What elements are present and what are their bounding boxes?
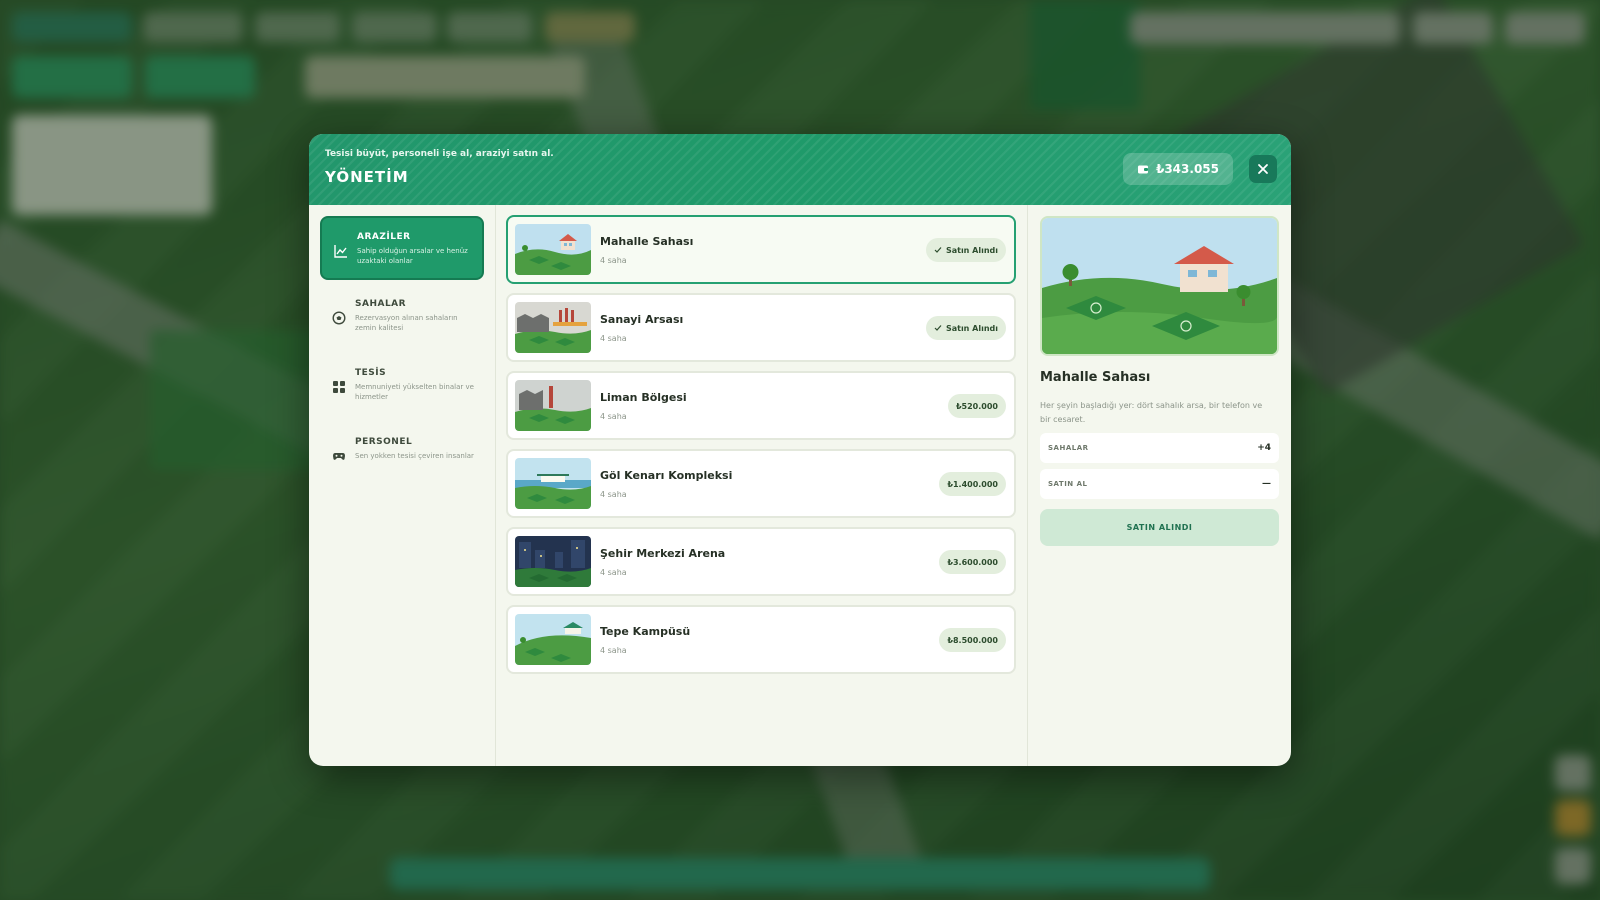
badge-label: ₺3.600.000 [947, 557, 998, 567]
close-icon [1258, 164, 1268, 174]
land-field-count: 4 saha [600, 490, 627, 499]
sidebar-item-title: PERSONEL [355, 437, 413, 447]
ball-icon [332, 311, 346, 325]
land-card-liman-bolgesi[interactable]: Liman Bölgesi 4 saha ₺520.000 [506, 371, 1016, 440]
land-list: Mahalle Sahası 4 saha Satın Alındı Sanay… [506, 215, 1016, 683]
owned-badge: Satın Alındı [925, 316, 1006, 340]
owned-badge: Satın Alındı [925, 238, 1006, 262]
stat-row-satin-al: SATIN AL — [1040, 469, 1279, 499]
land-name: Şehir Merkezi Arena [600, 547, 726, 560]
land-thumbnail [515, 302, 591, 353]
modal-title: YÖNETİM [325, 168, 409, 186]
sidebar-item-personel[interactable]: PERSONEL Sen yokken tesisi çeviren insan… [320, 423, 484, 487]
land-name: Sanayi Arsası [600, 313, 684, 326]
land-thumbnail [515, 380, 591, 431]
land-card-mahalle-sahasi[interactable]: Mahalle Sahası 4 saha Satın Alındı [506, 215, 1016, 284]
badge-label: ₺1.400.000 [947, 479, 998, 489]
close-button[interactable] [1249, 155, 1277, 183]
wallet-icon [1137, 165, 1148, 174]
land-field-count: 4 saha [600, 334, 627, 343]
sidebar-nav: ARAZİLER Sahip olduğun arsalar ve henüz … [309, 205, 496, 766]
land-card-gol-kenari-kompleksi[interactable]: Göl Kenarı Kompleksi 4 saha ₺1.400.000 [506, 449, 1016, 518]
sidebar-item-sahalar[interactable]: SAHALAR Rezervasyon alınan sahaların zem… [320, 285, 484, 349]
badge-label: Satın Alındı [945, 323, 998, 333]
sidebar-item-title: ARAZİLER [357, 232, 411, 242]
land-name: Liman Bölgesi [600, 391, 687, 404]
price-badge[interactable]: ₺1.400.000 [939, 472, 1006, 496]
stat-value: +4 [1257, 443, 1271, 453]
land-field-count: 4 saha [600, 412, 627, 421]
balance-amount: ₺343.055 [1155, 162, 1219, 176]
land-card-sehir-merkezi-arena[interactable]: Şehir Merkezi Arena 4 saha ₺3.600.000 [506, 527, 1016, 596]
sidebar-item-araziler[interactable]: ARAZİLER Sahip olduğun arsalar ve henüz … [320, 216, 484, 280]
price-badge[interactable]: ₺8.500.000 [939, 628, 1006, 652]
land-card-sanayi-arsasi[interactable]: Sanayi Arsası 4 saha Satın Alındı [506, 293, 1016, 362]
balance-badge: ₺343.055 [1122, 153, 1233, 185]
modal-subtitle: Tesisi büyüt, personeli işe al, araziyi … [325, 149, 554, 159]
land-card-tepe-kampusu[interactable]: Tepe Kampüsü 4 saha ₺8.500.000 [506, 605, 1016, 674]
stat-row-sahalar: SAHALAR +4 [1040, 433, 1279, 463]
land-field-count: 4 saha [600, 646, 627, 655]
land-thumbnail [515, 224, 591, 275]
land-detail-panel: Mahalle Sahası Her şeyin başladığı yer: … [1027, 205, 1291, 766]
stat-label: SATIN AL [1048, 480, 1088, 488]
sidebar-item-title: SAHALAR [355, 299, 407, 309]
stat-value: — [1262, 479, 1271, 489]
sidebar-item-desc: Memnuniyeti yükselten binalar ve hizmetl… [355, 383, 474, 401]
detail-land-description: Her şeyin başladığı yer: dört sahalık ar… [1040, 401, 1263, 424]
sidebar-item-title: TESİS [355, 368, 387, 378]
badge-label: ₺8.500.000 [947, 635, 998, 645]
price-badge[interactable]: ₺520.000 [947, 394, 1006, 418]
price-badge[interactable]: ₺3.600.000 [939, 550, 1006, 574]
sidebar-item-desc: Sahip olduğun arsalar ve henüz uzaktaki … [357, 247, 468, 265]
modal-header: Tesisi büyüt, personeli işe al, araziyi … [309, 134, 1291, 205]
land-preview-image [1040, 216, 1279, 356]
grid-icon [333, 381, 345, 393]
land-thumbnail [515, 458, 591, 509]
purchase-button[interactable]: SATIN ALINDI [1040, 509, 1279, 546]
stat-label: SAHALAR [1048, 444, 1089, 452]
sidebar-item-tesis[interactable]: TESİS Memnuniyeti yükselten binalar ve h… [320, 354, 484, 418]
check-icon [934, 325, 942, 331]
management-modal: Tesisi büyüt, personeli işe al, araziyi … [309, 134, 1291, 766]
sidebar-item-desc: Rezervasyon alınan sahaların zemin kalit… [355, 314, 458, 332]
land-name: Göl Kenarı Kompleksi [600, 469, 733, 482]
detail-land-name: Mahalle Sahası [1040, 370, 1151, 385]
badge-label: Satın Alındı [945, 245, 998, 255]
gamepad-icon [333, 453, 345, 460]
badge-label: ₺520.000 [955, 401, 998, 411]
land-thumbnail [515, 536, 591, 587]
check-icon [934, 247, 942, 253]
land-name: Tepe Kampüsü [600, 625, 691, 638]
land-field-count: 4 saha [600, 256, 627, 265]
sidebar-item-desc: Sen yokken tesisi çeviren insanlar [355, 452, 474, 460]
land-field-count: 4 saha [600, 568, 627, 577]
land-name: Mahalle Sahası [600, 235, 694, 248]
chart-icon [334, 245, 347, 258]
land-thumbnail [515, 614, 591, 665]
